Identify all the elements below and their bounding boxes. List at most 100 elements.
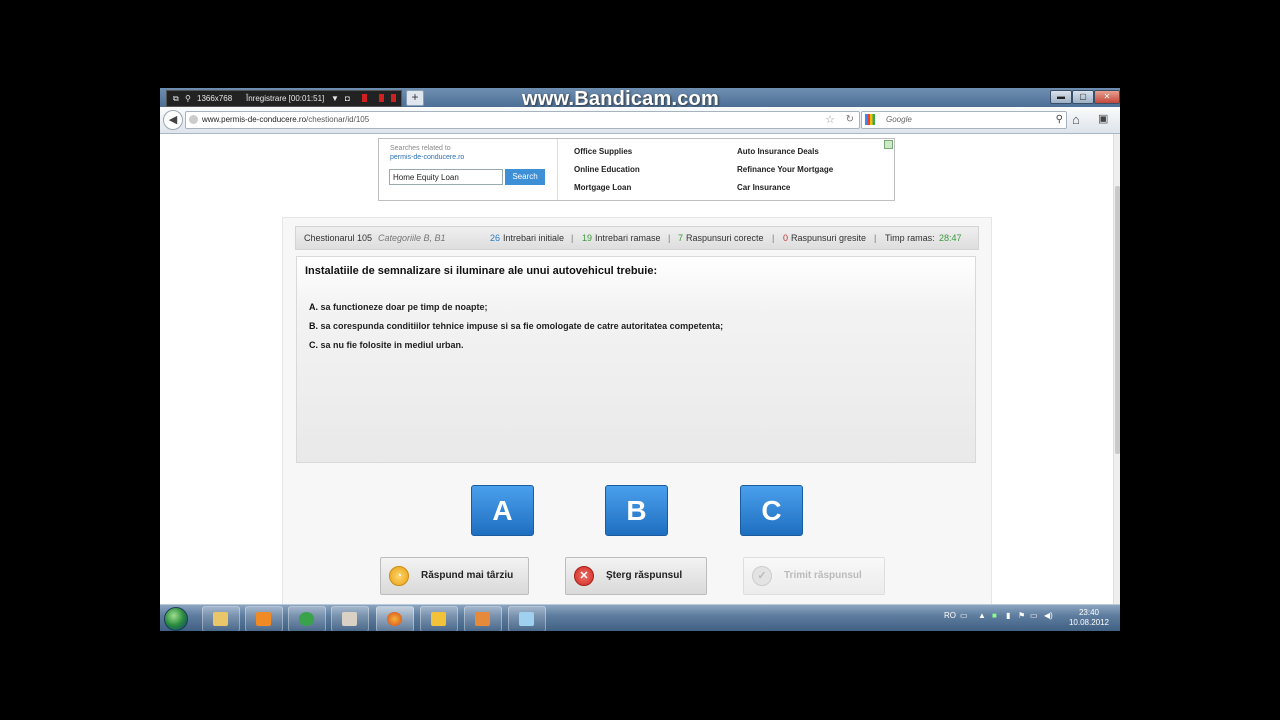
- answer-later-button[interactable]: ◔ Răspund mai târziu: [380, 557, 529, 595]
- url-text[interactable]: www.permis-de-conducere.ro/chestionar/id…: [202, 112, 369, 128]
- answer-a-button[interactable]: A: [471, 485, 534, 536]
- close-button[interactable]: ✕: [1094, 90, 1120, 104]
- ad-search-button[interactable]: Search: [505, 169, 545, 185]
- home-icon[interactable]: ⌂: [1072, 112, 1080, 127]
- maximize-button[interactable]: ▢: [1072, 90, 1094, 104]
- taskbar-app[interactable]: [420, 606, 458, 631]
- start-button[interactable]: [164, 607, 188, 631]
- question-text: Instalatiile de semnalizare si iluminare…: [305, 265, 658, 277]
- browser-navbar: ◀ www.permis-de-conducere.ro/chestionar/…: [160, 107, 1120, 134]
- ad-site-link[interactable]: permis-de-conducere.ro: [390, 154, 464, 161]
- answer-c: C. sa nu fie folosite in mediul urban.: [309, 340, 464, 350]
- page-viewport: Searches related to permis-de-conducere.…: [160, 134, 1113, 604]
- taskbar-hp[interactable]: [288, 606, 326, 631]
- taskbar-scanner[interactable]: [331, 606, 369, 631]
- ad-link-mortgage-loan[interactable]: Mortgage Loan: [574, 183, 631, 192]
- answer-b-button[interactable]: B: [605, 485, 668, 536]
- recorder-status: Înregistrare [00:01:51]: [246, 94, 325, 103]
- answer-c-button[interactable]: C: [740, 485, 803, 536]
- separator: |: [571, 233, 574, 243]
- bookmark-star-icon[interactable]: ☆: [825, 112, 835, 128]
- recorder-window-icon[interactable]: ⧉: [173, 91, 179, 106]
- url-bar[interactable]: www.permis-de-conducere.ro/chestionar/id…: [185, 111, 860, 129]
- ad-search-panel: Searches related to permis-de-conducere.…: [379, 139, 558, 200]
- correct-count: 7: [678, 233, 684, 243]
- network-icon[interactable]: ▭: [1030, 611, 1038, 620]
- volume-icon[interactable]: ◀): [1044, 611, 1053, 620]
- separator: |: [874, 233, 877, 243]
- menu-icon[interactable]: ▣: [1098, 112, 1108, 125]
- new-tab-button[interactable]: +: [406, 90, 424, 106]
- scrollbar-thumb[interactable]: [1115, 186, 1120, 454]
- recorder-stop-icon[interactable]: [379, 94, 384, 102]
- back-button[interactable]: ◀: [163, 110, 183, 130]
- separator: |: [772, 233, 775, 243]
- recorder-zoom-icon[interactable]: ⚲: [185, 91, 191, 106]
- ad-choices-icon[interactable]: [884, 140, 893, 149]
- send-answer-button[interactable]: ✓ Trimit răspunsul: [743, 557, 885, 595]
- ad-link-office-supplies[interactable]: Office Supplies: [574, 147, 632, 156]
- ad-box: Searches related to permis-de-conducere.…: [378, 138, 895, 201]
- tray-device-icon[interactable]: ▮: [1006, 611, 1010, 620]
- reload-icon[interactable]: ↻: [846, 112, 854, 128]
- recorder-pause-icon[interactable]: [362, 94, 367, 102]
- clock[interactable]: 23:40 10.08.2012: [1064, 608, 1114, 628]
- browser-titlebar: ⧉ ⚲ 1366x768 Înregistrare [00:01:51] ▼ ◘…: [160, 88, 1120, 110]
- ad-link-refinance[interactable]: Refinance Your Mortgage: [737, 165, 833, 174]
- firefox-icon: [387, 612, 402, 626]
- quiz-title-separator: ·: [370, 233, 373, 243]
- delete-answer-label: Şterg răspunsul: [606, 570, 683, 581]
- site-identity-icon[interactable]: [189, 115, 198, 124]
- taskbar-tools[interactable]: [464, 606, 502, 631]
- language-indicator[interactable]: RO: [944, 611, 956, 620]
- answer-later-label: Răspund mai târziu: [421, 570, 514, 581]
- search-placeholder: Google: [886, 115, 912, 124]
- ad-link-auto-insurance[interactable]: Auto Insurance Deals: [737, 147, 819, 156]
- windows-taskbar: RO ▭ ▲ ■ ▮ ⚑ ▭ ◀) 23:40 10.08.2012: [160, 604, 1120, 631]
- recorder-dropdown-icon[interactable]: ▼: [331, 91, 339, 106]
- ad-link-car-insurance[interactable]: Car Insurance: [737, 183, 790, 192]
- scanner-icon: [342, 612, 357, 626]
- taskbar-media-player[interactable]: [245, 606, 283, 631]
- tray-flag-icon[interactable]: ⚑: [1018, 611, 1025, 620]
- wrong-label: Raspunsuri gresite: [791, 233, 867, 243]
- send-answer-label: Trimit răspunsul: [784, 570, 862, 581]
- recorder-record-icon[interactable]: [391, 94, 396, 102]
- screen: ⧉ ⚲ 1366x768 Înregistrare [00:01:51] ▼ ◘…: [160, 88, 1120, 631]
- recorder-toolbar[interactable]: ⧉ ⚲ 1366x768 Înregistrare [00:01:51] ▼ ◘: [166, 90, 402, 107]
- taskbar-explorer[interactable]: [202, 606, 240, 631]
- search-bar[interactable]: Google ⚲: [861, 111, 1067, 129]
- clock-time: 23:40: [1078, 608, 1100, 617]
- initial-count: 26: [490, 233, 501, 243]
- quiz-panel: Chestionarul 105 · Categoriile B, B1 26 …: [282, 217, 992, 604]
- question-panel: Instalatiile de semnalizare si iluminare…: [296, 256, 976, 463]
- ad-link-online-education[interactable]: Online Education: [574, 165, 640, 174]
- taskbar-firefox[interactable]: [376, 606, 414, 631]
- delete-icon: ✕: [574, 566, 594, 586]
- show-hidden-icons[interactable]: ▲: [978, 611, 986, 620]
- taskbar-window[interactable]: [508, 606, 546, 631]
- media-player-icon: [256, 612, 271, 626]
- initial-label: Intrebari initiale: [503, 233, 565, 243]
- tray-app-icon[interactable]: ■: [992, 611, 997, 620]
- quiz-category: Categoriile B, B1: [378, 233, 446, 243]
- time-label: Timp ramas:: [885, 233, 935, 243]
- check-icon: ✓: [752, 566, 772, 586]
- recorder-camera-icon[interactable]: ◘: [345, 91, 350, 106]
- ad-search-input[interactable]: Home Equity Loan: [389, 169, 503, 185]
- wrong-count: 0: [783, 233, 789, 243]
- remaining-label: Intrebari ramase: [595, 233, 661, 243]
- keyboard-icon[interactable]: ▭: [960, 611, 968, 620]
- minimize-button[interactable]: ▬: [1050, 90, 1072, 104]
- app-icon: [431, 612, 446, 626]
- search-icon[interactable]: ⚲: [1056, 112, 1063, 128]
- delete-answer-button[interactable]: ✕ Şterg răspunsul: [565, 557, 707, 595]
- vertical-scrollbar[interactable]: [1113, 134, 1120, 604]
- tools-icon: [475, 612, 490, 626]
- google-icon[interactable]: [865, 114, 875, 125]
- answer-b: B. sa corespunda conditiilor tehnice imp…: [309, 321, 724, 331]
- answer-a: A. sa functioneze doar pe timp de noapte…: [309, 302, 488, 312]
- time-value: 28:47: [939, 233, 962, 243]
- ad-searches-label: Searches related to: [390, 145, 451, 152]
- folder-icon: [213, 612, 228, 626]
